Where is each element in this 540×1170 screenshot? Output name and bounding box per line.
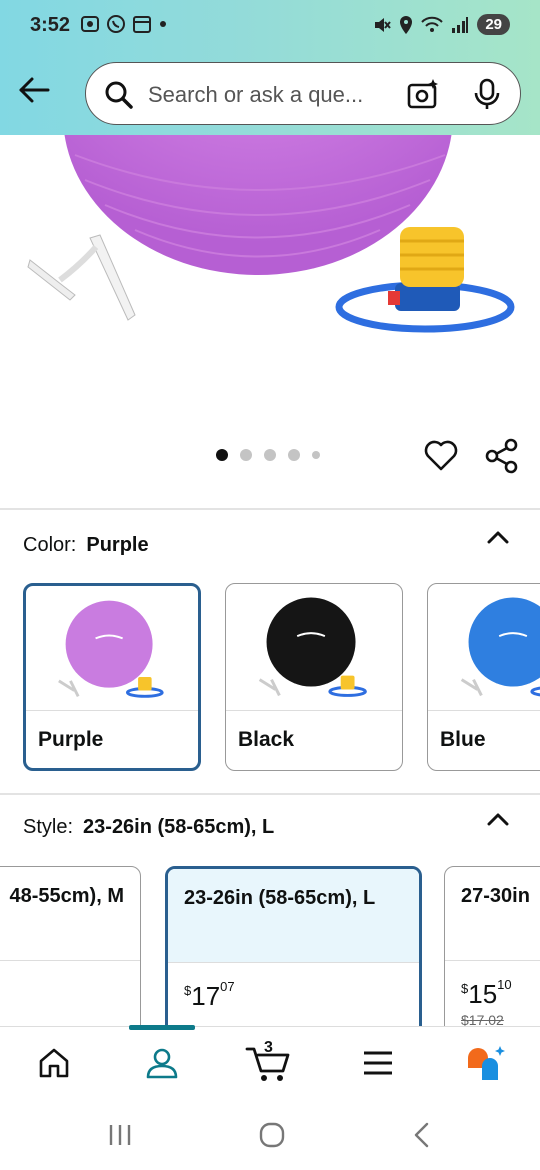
mute-icon [375,17,392,32]
style-option-label: 27-30in [461,885,530,907]
carousel-dot[interactable] [264,449,276,461]
nav-cart[interactable]: 3 [243,1039,293,1085]
black-ball-thumbnail [258,597,367,697]
style-selected-value: 23-26in (58-65cm), L [83,816,275,838]
nav-menu[interactable] [353,1041,403,1085]
account-icon [146,1048,178,1079]
style-label: Style: [23,816,74,838]
app-header: 3:52 29 Search or ask a que... [0,0,540,135]
screen: 3:52 29 Search or ask a que... Color: Pu… [0,0,540,1170]
style-option-price: $1510 $17.02 [445,960,540,1035]
share-icon[interactable] [484,438,520,474]
camera-search-icon[interactable] [406,77,440,111]
style-option-label: 48-55cm), M [9,885,125,907]
color-label: Color: [23,534,77,556]
carousel-dot[interactable] [312,451,320,459]
style-option-label: 23-26in (58-65cm), L [168,869,419,962]
color-swatch-label: Black [226,710,402,770]
purple-ball-thumbnail [58,600,164,698]
color-selected-value: Purple [86,534,149,556]
carousel-dot[interactable] [288,449,300,461]
collapse-chevron-up-icon[interactable] [486,810,510,830]
microphone-icon[interactable] [472,77,502,111]
rufus-assistant-icon [468,1046,505,1080]
nav-account[interactable] [137,1041,187,1085]
signal-icon [452,16,469,33]
active-tab-indicator [129,1025,195,1030]
status-system-icons: 29 [373,14,510,35]
product-image-carousel[interactable] [0,135,540,425]
color-swatch-blue[interactable]: Blue [427,583,540,771]
gallery-notification-icon [81,16,99,32]
section-divider [0,793,540,795]
style-option-price: $1707 [168,962,419,1033]
back-arrow-icon [19,77,50,103]
color-swatch-label: Purple [26,710,198,768]
collapse-chevron-up-icon[interactable] [486,528,510,548]
status-notification-icons [80,14,168,34]
carousel-dot[interactable] [216,449,228,461]
whatsapp-notification-icon [107,15,125,33]
nav-home[interactable] [29,1041,79,1085]
style-section-label: Style: 23-26in (58-65cm), L [23,816,274,839]
bottom-navigation: 3 [0,1025,540,1098]
carousel-dot[interactable] [240,449,252,461]
cart-count-badge: 3 [264,1039,273,1056]
search-placeholder: Search or ask a que... [148,82,364,107]
battery-level: 29 [477,14,510,35]
exercise-ball-product-image [27,135,515,333]
home-icon [39,1048,69,1078]
back-button[interactable] [16,72,52,108]
color-swatch-label: Blue [428,710,540,770]
hamburger-menu-icon [364,1051,392,1075]
status-time: 3:52 [30,14,71,36]
search-icon [105,81,133,109]
recent-apps-icon[interactable] [107,1122,133,1148]
system-navigation-bar [0,1098,540,1170]
style-option-m[interactable]: 48-55cm), M [0,866,141,1036]
color-section-label: Color: Purple [23,534,149,557]
calendar-notification-icon [133,16,151,33]
home-button-icon[interactable] [258,1122,286,1148]
system-back-icon[interactable] [412,1122,432,1148]
style-option-xl[interactable]: 27-30in $1510 $17.02 [444,866,540,1036]
carousel-dots [216,449,320,461]
color-swatch-purple[interactable]: Purple [23,583,201,771]
color-swatch-black[interactable]: Black [225,583,403,771]
price: $1510 [461,977,512,1009]
style-option-l[interactable]: 23-26in (58-65cm), L $1707 [165,866,422,1036]
price: $1707 [184,979,235,1011]
status-bar: 3:52 29 [0,0,540,58]
heart-icon[interactable] [424,440,458,472]
more-notifications-dot-icon [160,21,166,27]
style-option-price [0,960,140,1035]
blue-ball-thumbnail [460,597,540,697]
wifi-icon [421,16,444,32]
search-bar[interactable]: Search or ask a que... [85,62,521,125]
location-icon [400,15,413,34]
nav-rufus[interactable] [461,1041,511,1085]
section-divider [0,508,540,510]
